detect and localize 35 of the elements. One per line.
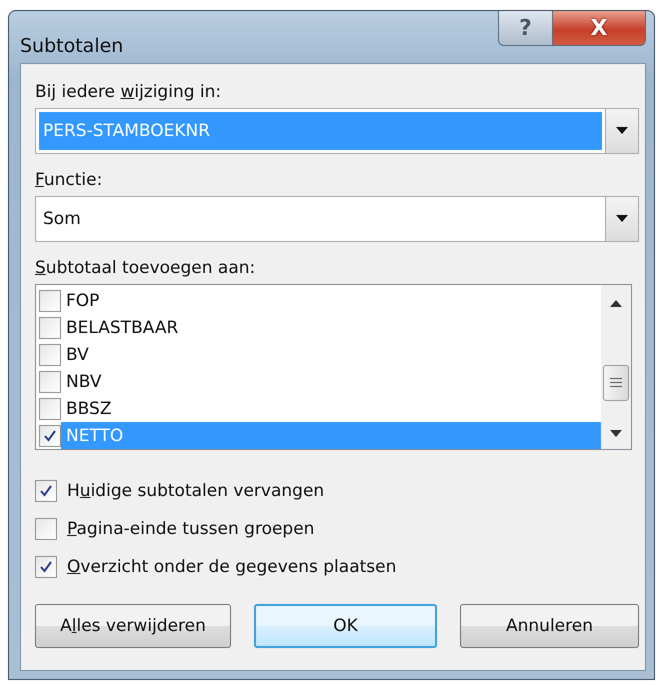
- dialog-button[interactable]: OK: [254, 604, 437, 648]
- checkmark-icon: [39, 560, 53, 574]
- field-label: Subtotaal toevoegen aan:: [35, 258, 256, 278]
- close-button[interactable]: X: [553, 11, 645, 45]
- checkbox-label: Pagina-einde tussen groepen: [67, 519, 314, 539]
- list-item[interactable]: FOP: [61, 287, 601, 314]
- field-label: Bij iedere wijziging in:: [35, 82, 222, 102]
- checkbox[interactable]: [35, 480, 57, 502]
- list-item[interactable]: BELASTBAAR: [61, 314, 601, 341]
- list-item[interactable]: BV: [61, 341, 601, 368]
- checkbox[interactable]: [35, 556, 57, 578]
- scrollbar-thumb[interactable]: [603, 364, 629, 400]
- dropdown-value: PERS-STAMBOEKNR: [39, 112, 602, 150]
- field-label: Functie:: [35, 170, 102, 190]
- checkbox[interactable]: [39, 424, 61, 446]
- checkbox[interactable]: [35, 518, 57, 540]
- dropdown-value: Som: [42, 208, 82, 231]
- window-title: Subtotalen: [20, 35, 124, 57]
- help-button[interactable]: ?: [499, 11, 553, 45]
- checkbox[interactable]: [39, 398, 61, 420]
- checkbox-label: Huidige subtotalen vervangen: [67, 481, 324, 501]
- dialog-button[interactable]: Annuleren: [460, 604, 639, 648]
- list-item[interactable]: NBV: [61, 368, 601, 395]
- checkbox[interactable]: [39, 316, 61, 338]
- list-item[interactable]: BBSZ: [61, 395, 601, 422]
- checkmark-icon: [43, 428, 57, 442]
- checkbox-label: Overzicht onder de gegevens plaatsen: [67, 557, 396, 577]
- checkbox[interactable]: [39, 344, 61, 366]
- function-dropdown[interactable]: Som: [35, 196, 639, 242]
- checkbox[interactable]: [39, 290, 61, 312]
- checkbox[interactable]: [39, 370, 61, 392]
- checkmark-icon: [39, 484, 53, 498]
- scroll-up-icon[interactable]: [610, 300, 622, 307]
- scroll-down-icon[interactable]: [610, 430, 622, 437]
- dialog-button[interactable]: Alles verwijderen: [35, 604, 231, 648]
